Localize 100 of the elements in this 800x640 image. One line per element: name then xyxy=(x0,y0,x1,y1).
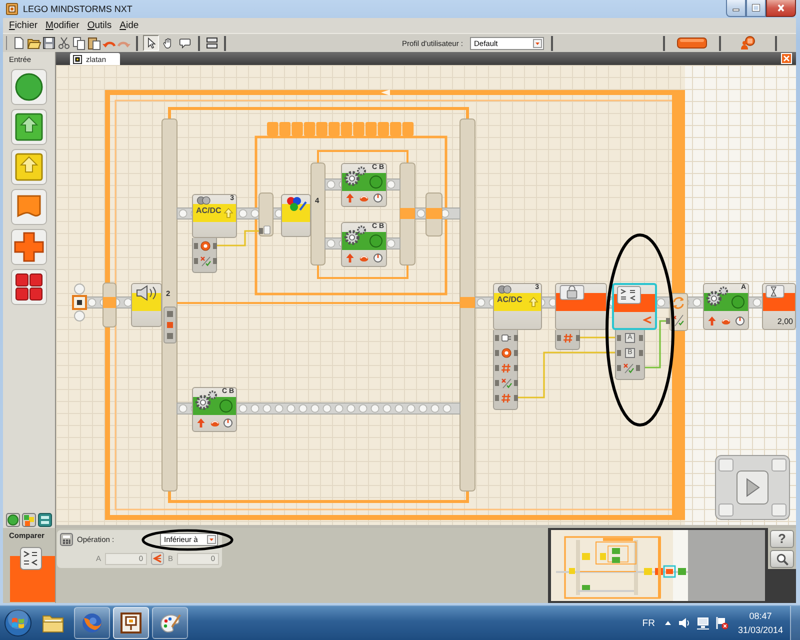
up-triangle-icon[interactable] xyxy=(664,620,672,626)
clock-time[interactable]: 08:47 xyxy=(749,609,772,623)
socket-icon[interactable] xyxy=(617,334,621,340)
navigation-pad[interactable] xyxy=(715,455,790,520)
dome-icon xyxy=(359,193,369,203)
framed-square-icon xyxy=(119,612,143,634)
gears-icon xyxy=(705,286,729,308)
dial-icon xyxy=(373,193,383,203)
menu-item[interactable]: Outils xyxy=(87,20,112,31)
loop-end-piece xyxy=(426,192,442,236)
up-arrow-icon xyxy=(707,316,717,326)
number-plug-icon[interactable] xyxy=(495,362,518,374)
sound-sensor-block[interactable] xyxy=(131,283,162,327)
plus-icon[interactable] xyxy=(11,229,47,265)
language-indicator[interactable]: FR xyxy=(642,618,655,628)
loop-start-piece xyxy=(258,192,274,236)
open-folder-icon[interactable] xyxy=(27,36,41,50)
new-file-icon[interactable] xyxy=(12,36,26,50)
layers-icon[interactable] xyxy=(38,513,52,527)
logic-plug-icon[interactable] xyxy=(617,362,640,374)
comparison-icon xyxy=(20,547,42,570)
connector-tab xyxy=(460,297,475,308)
connector-tab xyxy=(400,208,415,219)
color-dots-icon xyxy=(284,196,308,212)
number-plug-icon[interactable] xyxy=(495,392,518,404)
variable-block[interactable] xyxy=(555,283,607,330)
minimize-button[interactable] xyxy=(726,0,746,17)
hourglass-icon xyxy=(765,285,785,298)
start-button[interactable] xyxy=(4,609,32,637)
switch-data-hub xyxy=(164,306,176,344)
loop-start-piece xyxy=(102,282,116,328)
up-arrow-icon xyxy=(196,418,206,428)
logic-plug-icon[interactable] xyxy=(495,376,518,388)
taskbar-button[interactable] xyxy=(152,607,188,639)
figure-icon[interactable] xyxy=(740,36,756,50)
loop-direction-icon xyxy=(381,90,390,96)
up-arrow-icon xyxy=(345,253,355,263)
lock-icon xyxy=(559,285,585,300)
menu-item[interactable]: Fichier xyxy=(9,20,38,31)
menu-item[interactable]: Aide xyxy=(120,20,139,31)
maximize-icon xyxy=(751,4,761,12)
wait-block[interactable]: 2,00 xyxy=(762,283,796,330)
sensor-label: AC/DC xyxy=(196,206,222,215)
less-than-icon xyxy=(643,316,652,324)
up-arrow-icon xyxy=(529,297,538,307)
maximize-button[interactable] xyxy=(746,0,766,17)
number-plug-icon[interactable] xyxy=(557,332,580,344)
clipboard-icon[interactable] xyxy=(87,36,101,50)
chevron-icon[interactable] xyxy=(150,552,164,565)
compare-block[interactable] xyxy=(612,283,657,330)
zoom-button[interactable] xyxy=(770,550,794,568)
clock-date[interactable]: 31/03/2014 xyxy=(738,623,783,637)
flag-icon[interactable] xyxy=(714,616,729,630)
logic-plug-icon[interactable] xyxy=(194,254,217,266)
close-tab-icon[interactable] xyxy=(781,53,792,64)
copy-icon[interactable] xyxy=(72,36,86,50)
taskbar-button[interactable] xyxy=(113,607,149,639)
window-title: LEGO MINDSTORMS NXT xyxy=(23,4,132,14)
socket-icon[interactable] xyxy=(638,334,643,340)
globe-icon xyxy=(80,612,104,634)
minimap-drawing[interactable] xyxy=(548,528,768,603)
speaker-icon[interactable] xyxy=(676,616,691,630)
taskbar-button[interactable] xyxy=(74,607,110,639)
menu-item[interactable]: Modifier xyxy=(46,20,80,31)
socket-icon[interactable] xyxy=(617,350,621,356)
calculator-icon xyxy=(60,533,73,546)
gears-icon xyxy=(343,166,367,188)
sensor-label: AC/DC xyxy=(497,295,522,304)
up-arrow-icon xyxy=(224,208,233,218)
dial-icon xyxy=(373,253,383,263)
close-button[interactable] xyxy=(766,0,796,17)
dome-icon xyxy=(359,253,369,263)
up-arrow-icon xyxy=(345,193,355,203)
twin-circles-icon xyxy=(196,196,212,205)
close-icon xyxy=(776,4,786,12)
cursor-icon[interactable] xyxy=(143,35,159,51)
squares-icon[interactable] xyxy=(22,513,36,527)
dome-icon xyxy=(721,316,731,326)
nested-square-icon xyxy=(6,3,18,15)
brick-icon[interactable] xyxy=(677,37,707,49)
gears-icon xyxy=(343,225,367,247)
help-button[interactable]: ? xyxy=(770,530,794,548)
duration-value: 2,00 xyxy=(777,317,793,326)
circle-icon[interactable] xyxy=(6,513,20,527)
monitor-icon[interactable] xyxy=(696,616,710,630)
stacked-bars-icon[interactable] xyxy=(205,36,219,50)
wave-flag-icon[interactable] xyxy=(11,189,47,225)
power-plug-icon[interactable] xyxy=(495,332,518,344)
show-desktop-button[interactable] xyxy=(790,606,800,640)
socket-icon[interactable] xyxy=(638,350,643,356)
comparison-icon xyxy=(617,286,641,304)
start-point-icon xyxy=(72,284,87,322)
twin-circles-icon xyxy=(497,285,513,294)
ring-plug-icon[interactable] xyxy=(194,240,217,252)
grid-icon[interactable] xyxy=(11,269,47,305)
palette-icon xyxy=(158,612,182,634)
color-sensor-block[interactable] xyxy=(281,194,311,237)
magnifier-icon xyxy=(776,552,788,566)
scissors-icon[interactable] xyxy=(57,36,71,50)
ring-plug-icon[interactable] xyxy=(495,346,518,358)
